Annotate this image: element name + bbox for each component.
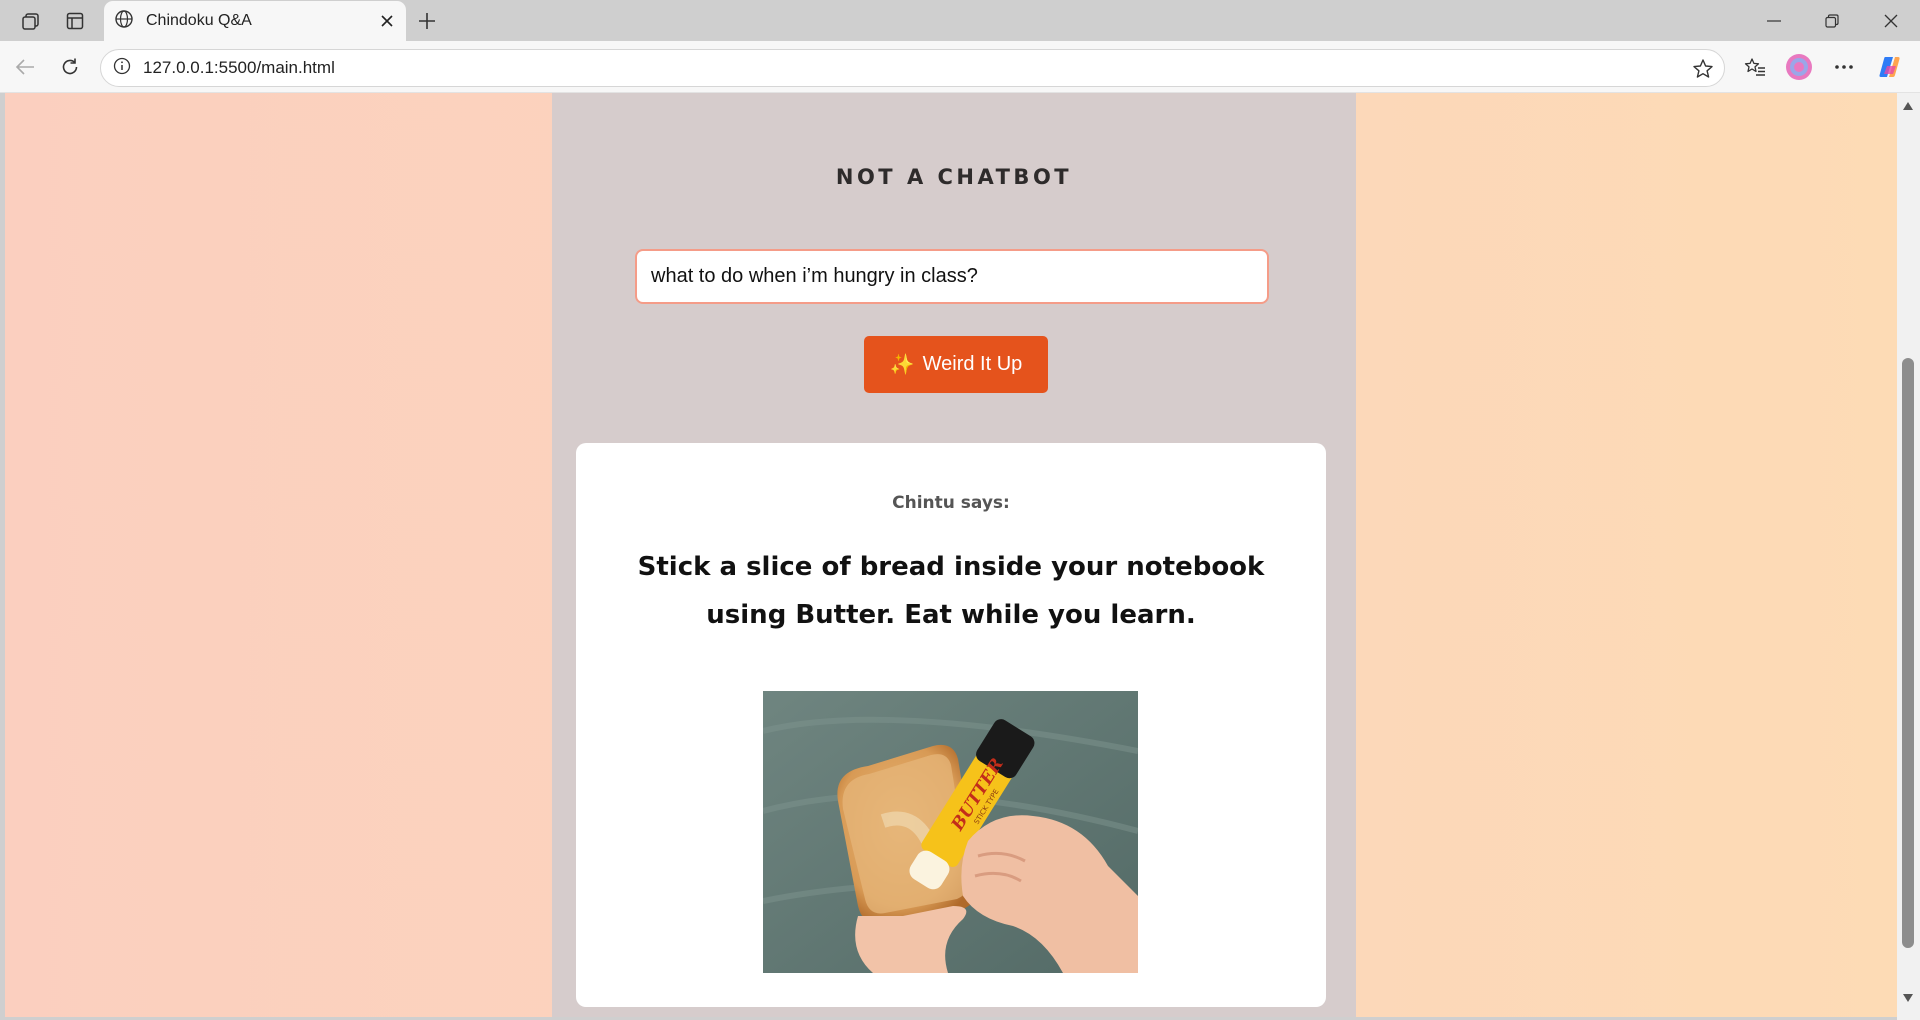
minimize-icon[interactable] [1745,0,1803,41]
new-tab-icon[interactable] [412,6,442,36]
close-window-icon[interactable] [1862,0,1920,41]
tab-bar: Chindoku Q&A [0,0,1920,41]
address-bar[interactable]: 127.0.0.1:5500/main.html [100,49,1725,87]
vertical-tabs-icon[interactable] [60,6,90,36]
weird-it-up-label: Weird It Up [922,353,1023,375]
copilot-icon[interactable] [1874,50,1908,84]
answer-card: Chintu says: Stick a slice of bread insi… [576,443,1326,1007]
profile-avatar[interactable] [1782,50,1816,84]
favorite-star-icon[interactable] [1692,58,1714,85]
answer-text: Stick a slice of bread inside your noteb… [637,552,1265,630]
browser-toolbar: 127.0.0.1:5500/main.html [0,41,1920,93]
globe-icon [114,9,134,34]
scroll-down-arrow-icon[interactable] [1901,991,1915,1005]
page-viewport: NOT A CHATBOT ✨ Weird It Up Chintu says:… [5,93,1897,1017]
back-arrow-icon[interactable] [8,50,42,84]
active-tab[interactable]: Chindoku Q&A [104,1,406,41]
scroll-thumb[interactable] [1902,358,1914,948]
page-scrollbar[interactable] [1897,93,1920,1020]
site-info-icon[interactable] [113,57,131,80]
favorites-icon[interactable] [1738,50,1772,84]
close-tab-icon[interactable] [372,6,402,36]
page-title: NOT A CHATBOT [835,165,1073,189]
refresh-icon[interactable] [53,50,87,84]
scroll-up-arrow-icon[interactable] [1901,99,1915,113]
tab-title: Chindoku Q&A [146,12,252,29]
main-column: NOT A CHATBOT ✨ Weird It Up Chintu says:… [552,93,1356,1017]
workspaces-icon[interactable] [16,6,46,36]
weird-it-up-button[interactable]: ✨ Weird It Up [864,336,1048,393]
question-input[interactable] [635,249,1269,304]
more-options-icon[interactable] [1827,50,1861,84]
sparkles-icon: ✨ [889,354,915,376]
url-text: 127.0.0.1:5500/main.html [143,58,335,77]
restore-icon[interactable] [1803,0,1861,41]
butter-stick-photo: BUTTER STICK TYPE [763,691,1138,973]
speaker-label: Chintu says: [892,493,1010,513]
